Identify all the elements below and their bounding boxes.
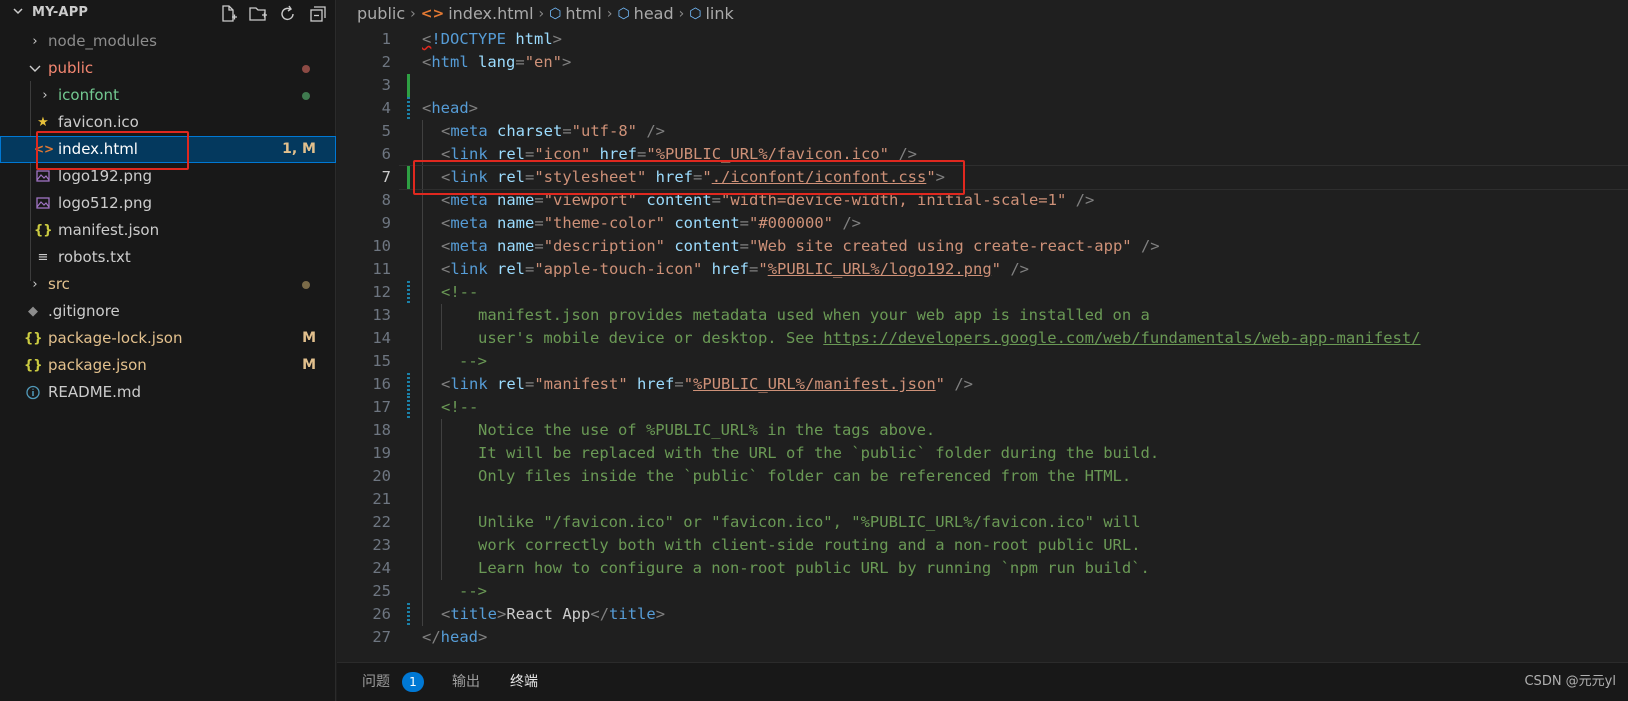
tab-output[interactable]: 输出 bbox=[452, 663, 480, 701]
code-line-22[interactable]: Unlike "/favicon.ico" or "favicon.ico", … bbox=[337, 511, 1628, 534]
git-icon: ◆ bbox=[28, 304, 38, 319]
chevron-right-icon: › bbox=[32, 277, 38, 292]
chevron-right-icon: › bbox=[538, 6, 545, 22]
tree-item-node-modules[interactable]: › node_modules bbox=[0, 28, 336, 55]
git-added-marker bbox=[407, 74, 410, 97]
collapse-all-icon[interactable] bbox=[308, 4, 328, 24]
code-line-1[interactable]: <!DOCTYPE html> bbox=[337, 28, 1628, 51]
explorer-sidebar: MY-APP › node_modules public › iconfont … bbox=[0, 0, 336, 701]
modified-dot bbox=[302, 281, 310, 289]
chevron-right-icon: › bbox=[678, 6, 685, 22]
tree-item-manifest-json[interactable]: {} manifest.json bbox=[0, 217, 336, 244]
code-line-24[interactable]: Learn how to configure a non-root public… bbox=[337, 557, 1628, 580]
watermark: CSDN @元元yl bbox=[1524, 674, 1616, 689]
json-file-icon: {} bbox=[24, 358, 43, 373]
tree-item-label: node_modules bbox=[48, 32, 157, 50]
tree-item-label: .gitignore bbox=[48, 302, 120, 320]
code-editor[interactable]: public › <> index.html › ⬡ html › ⬡ head › ⬡ link 1 … bbox=[337, 0, 1628, 662]
tab-problems[interactable]: 问题 bbox=[362, 663, 390, 701]
untracked-dot bbox=[302, 92, 310, 100]
new-file-icon[interactable] bbox=[218, 4, 238, 24]
json-file-icon: {} bbox=[34, 223, 53, 238]
chevron-right-icon: › bbox=[42, 88, 48, 103]
line-number: 21 bbox=[372, 490, 391, 508]
tree-item-label: package-lock.json bbox=[48, 329, 183, 347]
code-line-5[interactable]: <meta charset="utf-8" /> bbox=[337, 120, 1628, 143]
image-file-icon bbox=[36, 197, 50, 209]
code-line-25[interactable]: --> bbox=[337, 580, 1628, 603]
cube-icon: ⬡ bbox=[617, 6, 630, 22]
tree-item-label: manifest.json bbox=[58, 221, 160, 239]
tree-item-label: logo512.png bbox=[58, 194, 152, 212]
tree-item-label: public bbox=[48, 59, 94, 77]
code-line-20[interactable]: Only files inside the `public` folder ca… bbox=[337, 465, 1628, 488]
breadcrumb: public › <> index.html › ⬡ html › ⬡ head › ⬡ link bbox=[337, 0, 734, 28]
breadcrumb-file[interactable]: index.html bbox=[448, 0, 533, 28]
info-icon bbox=[26, 385, 40, 400]
tree-item-iconfont[interactable]: › iconfont bbox=[0, 82, 336, 109]
workspace-title: MY-APP bbox=[32, 5, 89, 20]
tree-item-package-lock-json[interactable]: {} package-lock.json M bbox=[0, 325, 336, 352]
tree-item-robots-txt[interactable]: ≡ robots.txt bbox=[0, 244, 336, 271]
tree-item-logo512[interactable]: logo512.png bbox=[0, 190, 336, 217]
code-area[interactable]: 1 2 3 4 5 6 7 8 9 10 11 12 13 14 15 16 1… bbox=[337, 28, 1628, 662]
tab-terminal[interactable]: 终端 bbox=[510, 663, 538, 701]
tree-item-label: package.json bbox=[48, 356, 147, 374]
html-file-icon: <> bbox=[420, 6, 445, 22]
code-line-26[interactable]: <title>React App</title> bbox=[337, 603, 1628, 626]
code-line-9[interactable]: <meta name="theme-color" content="#00000… bbox=[337, 212, 1628, 235]
code-line-27[interactable]: </head> bbox=[337, 626, 1628, 649]
code-line-13[interactable]: manifest.json provides metadata used whe… bbox=[337, 304, 1628, 327]
tree-item-public[interactable]: public bbox=[0, 55, 336, 82]
tree-item-label: robots.txt bbox=[58, 248, 131, 266]
code-line-18[interactable]: Notice the use of %PUBLIC_URL% in the ta… bbox=[337, 419, 1628, 442]
tree-item-label: README.md bbox=[48, 383, 142, 401]
error-dot bbox=[302, 65, 310, 73]
code-line-14[interactable]: user's mobile device or desktop. See htt… bbox=[337, 327, 1628, 350]
chevron-right-icon: › bbox=[410, 6, 416, 22]
refresh-icon[interactable] bbox=[278, 4, 298, 24]
cube-icon: ⬡ bbox=[689, 6, 702, 22]
git-status-badge: M bbox=[302, 357, 316, 373]
code-line-16[interactable]: <link rel="manifest" href="%PUBLIC_URL%/… bbox=[337, 373, 1628, 396]
tree-item-package-json[interactable]: {} package.json M bbox=[0, 352, 336, 379]
annotation-highlight-box bbox=[413, 160, 965, 195]
breadcrumb-link[interactable]: link bbox=[705, 0, 733, 28]
tree-item-readme[interactable]: README.md bbox=[0, 379, 336, 406]
code-line-12[interactable]: <!-- bbox=[337, 281, 1628, 304]
json-file-icon: {} bbox=[24, 331, 43, 346]
tree-item-label: iconfont bbox=[58, 86, 119, 104]
manifest-docs-link[interactable]: https://developers.google.com/web/fundam… bbox=[823, 329, 1420, 347]
tree-item-label: src bbox=[48, 275, 70, 293]
tree-item-gitignore[interactable]: ◆ .gitignore bbox=[0, 298, 336, 325]
code-line-2[interactable]: <html lang="en"> bbox=[337, 51, 1628, 74]
code-line-23[interactable]: work correctly both with client-side rou… bbox=[337, 534, 1628, 557]
text-file-icon: ≡ bbox=[37, 250, 49, 265]
code-line-10[interactable]: <meta name="description" content="Web si… bbox=[337, 235, 1628, 258]
breadcrumb-html[interactable]: html bbox=[565, 0, 601, 28]
code-line-17[interactable]: <!-- bbox=[337, 396, 1628, 419]
tree-item-src[interactable]: › src bbox=[0, 271, 336, 298]
code-line-19[interactable]: It will be replaced with the URL of the … bbox=[337, 442, 1628, 465]
git-status-badge: M bbox=[302, 330, 316, 346]
problems-count-badge: 1 bbox=[402, 672, 424, 692]
code-line-11[interactable]: <link rel="apple-touch-icon" href="%PUBL… bbox=[337, 258, 1628, 281]
code-line-4[interactable]: <head> bbox=[337, 97, 1628, 120]
explorer-header[interactable]: MY-APP bbox=[0, 0, 336, 28]
bottom-panel: 问题 1 输出 终端 CSDN @元元yl bbox=[337, 662, 1628, 701]
breadcrumb-public[interactable]: public bbox=[357, 0, 405, 28]
chevron-down-icon bbox=[29, 65, 41, 72]
breadcrumb-head[interactable]: head bbox=[634, 0, 674, 28]
line-number: 3 bbox=[381, 76, 391, 94]
git-status-badge: 1, M bbox=[282, 141, 316, 157]
chevron-right-icon: › bbox=[606, 6, 613, 22]
chevron-down-icon[interactable] bbox=[12, 5, 24, 17]
annotation-highlight-box bbox=[36, 131, 189, 170]
chevron-right-icon: › bbox=[32, 34, 38, 49]
cube-icon: ⬡ bbox=[549, 6, 562, 22]
new-folder-icon[interactable] bbox=[248, 4, 268, 24]
code-line-15[interactable]: --> bbox=[337, 350, 1628, 373]
